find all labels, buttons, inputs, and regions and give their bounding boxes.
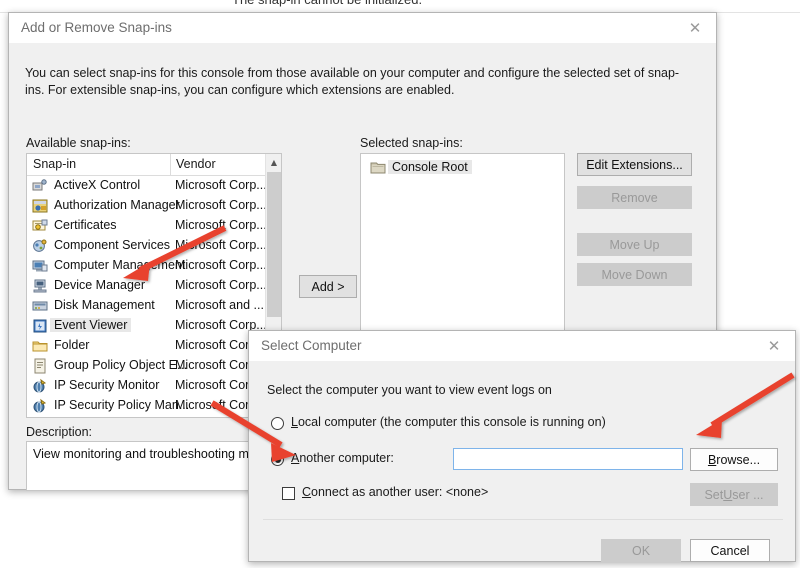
cancel-button[interactable]: Cancel — [690, 539, 770, 562]
console-root-folder-icon — [370, 160, 386, 176]
available-snapin-vendor: Microsoft Corp... — [175, 278, 267, 292]
available-snapin-name: ActiveX Control — [54, 178, 141, 192]
available-snapin-row[interactable]: IP Security Policy Man... Microsoft Corp.… — [27, 396, 281, 416]
computer-name-textbox[interactable] — [453, 448, 683, 470]
browse-button[interactable]: Browse... — [690, 448, 778, 471]
snapins-title-bar: Add or Remove Snap-ins ✕ — [9, 13, 716, 43]
select-computer-prompt: Select the computer you want to view eve… — [267, 383, 552, 397]
set-user-label-pre: Set — [704, 487, 724, 502]
available-snapin-vendor: Microsoft Corp... — [175, 238, 267, 252]
browse-label: rowse... — [716, 452, 761, 467]
selected-snapins-rows: Console Root — [361, 154, 564, 178]
available-snapin-row[interactable]: IP Security Monitor Microsoft Corp... — [27, 376, 281, 396]
available-snapins-header: Snap-in Vendor — [27, 154, 281, 176]
scroll-up-icon[interactable]: ▲ — [266, 154, 281, 171]
available-snapin-row[interactable]: Certificates Microsoft Corp... — [27, 216, 281, 236]
column-header-vendor[interactable]: Vendor — [176, 157, 216, 171]
select-computer-separator — [263, 519, 783, 520]
description-text: View monitoring and troubleshooting mess… — [33, 447, 276, 461]
selected-snapin-name: Console Root — [388, 160, 472, 174]
local-computer-label-text: ocal computer (the computer this console… — [297, 415, 606, 429]
available-snapin-name: Authorization Manager — [54, 198, 180, 212]
another-computer-radio[interactable] — [271, 453, 284, 466]
set-user-button[interactable]: Set User ... — [690, 483, 778, 506]
move-down-button[interactable]: Move Down — [577, 263, 692, 286]
component-services-icon — [32, 238, 48, 254]
disk-management-icon — [32, 298, 48, 314]
authorization-manager-icon — [32, 198, 48, 214]
add-button[interactable]: Add > — [299, 275, 357, 298]
available-snapin-row[interactable]: Computer Management Microsoft Corp... — [27, 256, 281, 276]
close-icon[interactable]: ✕ — [753, 331, 795, 361]
ip-security-monitor-icon — [32, 378, 48, 394]
available-snapins-label: Available snap-ins: — [26, 136, 131, 150]
move-up-button[interactable]: Move Up — [577, 233, 692, 256]
background-clipped-text: The snap-in cannot be initialized. — [232, 0, 592, 7]
available-snapins-rows: ActiveX Control Microsoft Corp... Authoriz… — [27, 176, 281, 417]
available-snapin-vendor: Microsoft Corp... — [175, 198, 267, 212]
available-snapin-vendor: Microsoft Corp... — [175, 218, 267, 232]
connect-user-accesskey: C — [302, 485, 312, 499]
snapins-title-text: Add or Remove Snap-ins — [21, 20, 172, 35]
snapins-intro-text: You can select snap-ins for this console… — [25, 66, 680, 97]
close-icon[interactable]: ✕ — [674, 13, 716, 43]
select-computer-dialog: Select Computer ✕ Select the computer yo… — [248, 330, 796, 562]
available-snapin-row[interactable]: ActiveX Control Microsoft Corp... — [27, 176, 281, 196]
group-policy-icon — [32, 358, 48, 374]
select-computer-title-text: Select Computer — [261, 338, 362, 353]
available-snapin-row[interactable]: Component Services Microsoft Corp... — [27, 236, 281, 256]
screenshot-root: The snap-in cannot be initialized. Add o… — [0, 0, 800, 568]
connect-as-another-user-label[interactable]: Connect as another user: <none> — [302, 485, 488, 499]
set-user-label-post: ser ... — [732, 487, 764, 502]
edit-extensions-button[interactable]: Edit Extensions... — [577, 153, 692, 176]
local-computer-radio[interactable] — [271, 417, 284, 430]
remove-button[interactable]: Remove — [577, 186, 692, 209]
available-snapin-row[interactable]: Link to Web AddressMicrosoft Corp... — [27, 416, 281, 417]
local-computer-accesskey: L — [291, 415, 298, 429]
available-snapin-row[interactable]: Authorization Manager Microsoft Corp... — [27, 196, 281, 216]
available-snapin-name: IP Security Policy Man... — [54, 398, 190, 412]
local-computer-label[interactable]: Local computer (the computer this consol… — [291, 415, 606, 429]
available-snapin-name: Certificates — [54, 218, 117, 232]
available-snapin-name: Device Manager — [54, 278, 146, 292]
scrollbar-thumb[interactable] — [267, 172, 281, 317]
available-snapin-row[interactable]: Group Policy Object E... Microsoft Corp..… — [27, 356, 281, 376]
connect-as-another-user-checkbox[interactable] — [282, 487, 295, 500]
available-snapin-name: Event Viewer — [50, 318, 132, 332]
ip-security-policy-icon — [32, 398, 48, 414]
available-snapin-name: Disk Management — [54, 298, 155, 312]
description-label: Description: — [26, 425, 92, 439]
available-snapin-vendor: Microsoft and ... — [175, 298, 264, 312]
available-snapin-row[interactable]: Device Manager Microsoft Corp... — [27, 276, 281, 296]
another-computer-label-text: nother computer: — [299, 451, 394, 465]
another-computer-label[interactable]: Another computer: — [291, 451, 394, 465]
activex-control-icon — [32, 178, 48, 194]
column-divider — [170, 154, 171, 175]
available-snapin-name: Folder — [54, 338, 90, 352]
computer-management-icon — [32, 258, 48, 274]
device-manager-icon — [32, 278, 48, 294]
selected-snapin-row[interactable]: Console Root — [361, 158, 564, 178]
browse-accesskey: B — [707, 452, 717, 467]
available-snapin-row[interactable]: Disk Management Microsoft and ... — [27, 296, 281, 316]
selected-snapins-label: Selected snap-ins: — [360, 136, 463, 150]
available-snapin-name: IP Security Monitor — [54, 378, 160, 392]
available-snapin-vendor: Microsoft Corp... — [175, 178, 267, 192]
connect-user-label-text: onnect as another user: <none> — [311, 485, 489, 499]
column-header-snapin[interactable]: Snap-in — [33, 157, 76, 171]
available-snapins-listbox[interactable]: Snap-in Vendor ActiveX Control Microsoft … — [26, 153, 282, 418]
available-snapin-row[interactable]: Folder Microsoft Corp... — [27, 336, 281, 356]
folder-icon — [32, 338, 48, 354]
available-snapin-vendor: Microsoft Corp... — [175, 258, 267, 272]
available-snapin-name: Group Policy Object E... — [54, 358, 188, 372]
available-snapin-row[interactable]: Event Viewer Microsoft Corp... — [27, 316, 281, 336]
ok-button[interactable]: OK — [601, 539, 681, 562]
available-snapin-name: Component Services — [54, 238, 171, 252]
select-computer-title-bar: Select Computer ✕ — [249, 331, 795, 361]
certificates-icon — [32, 218, 48, 234]
set-user-accesskey: U — [723, 487, 733, 502]
available-snapin-name: Computer Management — [54, 258, 186, 272]
computer-name-input[interactable] — [454, 449, 682, 469]
event-viewer-icon — [32, 318, 48, 334]
